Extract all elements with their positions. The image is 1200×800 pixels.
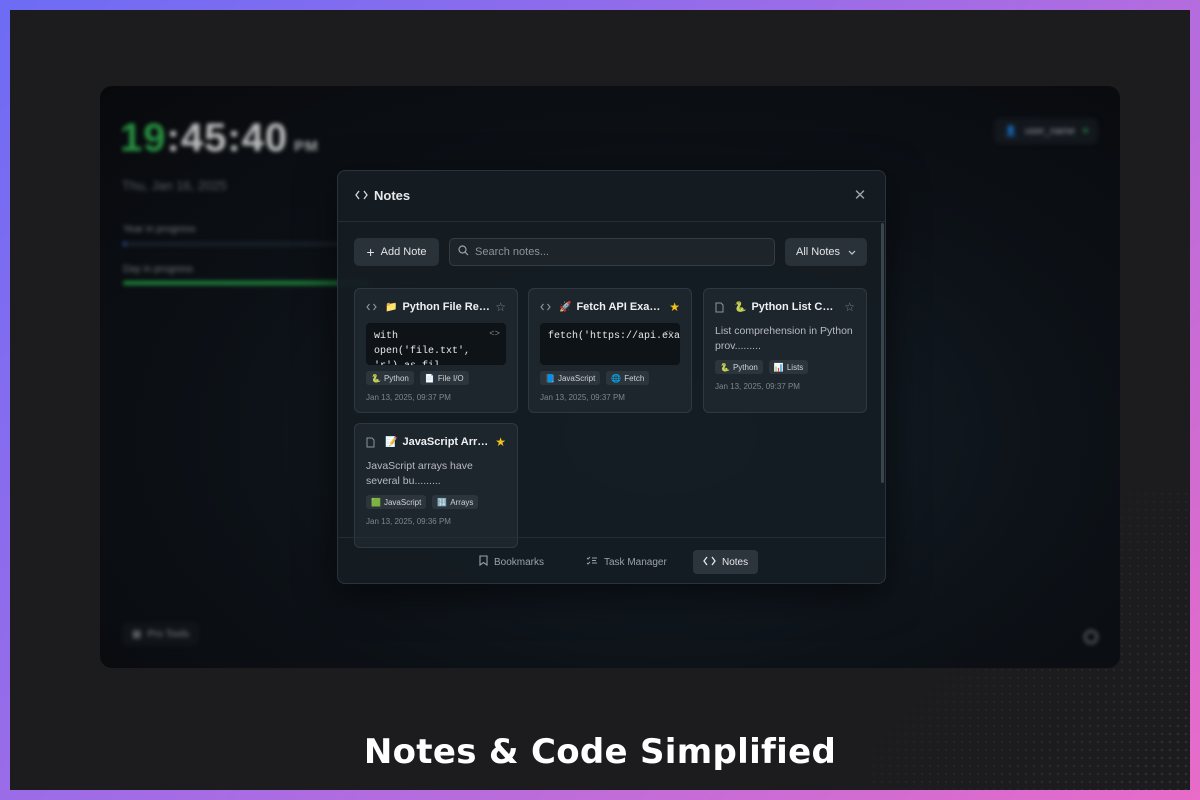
note-emoji-icon: 📝: [385, 436, 398, 448]
star-icon[interactable]: ★: [669, 300, 680, 314]
settings-icon[interactable]: [1084, 630, 1098, 644]
tag-icon: 🟩: [371, 497, 381, 507]
tag-list: 🟩 JavaScript 🔢 Arrays: [366, 495, 506, 509]
note-card[interactable]: 🐍 Python List Com... ☆ List comprehensio…: [703, 288, 867, 413]
tag-list: 🐍 Python 📄 File I/O: [366, 371, 506, 385]
checklist-icon: [586, 556, 598, 569]
card-header: 📁 Python File Read ☆: [366, 299, 506, 315]
user-chip[interactable]: 👤 user_name ▾: [994, 118, 1098, 144]
bottom-nav: Bookmarks Task Manager Notes: [338, 537, 885, 583]
tag[interactable]: 📘 JavaScript: [540, 371, 601, 385]
code-icon: [355, 188, 368, 203]
day-progress-label: Day in progress: [123, 264, 194, 275]
close-button[interactable]: ✕: [851, 187, 869, 205]
tag-icon: 📊: [773, 362, 784, 372]
code-snippet: <> with open('file.txt', 'r') as fil....…: [366, 323, 506, 365]
note-date: Jan 13, 2025, 09:36 PM: [366, 517, 451, 526]
tag-list: 🐍 Python 📊 Lists: [715, 360, 855, 374]
note-title: Python File Read: [402, 301, 491, 313]
note-emoji-icon: 📁: [385, 301, 398, 313]
note-preview: List comprehension in Python prov.......…: [715, 325, 853, 352]
star-icon[interactable]: ☆: [495, 300, 506, 314]
note-preview: JavaScript arrays have several bu.......…: [366, 460, 473, 487]
search-box: [449, 238, 775, 266]
note-card[interactable]: 📝 JavaScript Arra... ★ JavaScript arrays…: [354, 423, 518, 548]
card-header: 🚀 Fetch API Example ★: [540, 299, 680, 315]
code-icon: [703, 556, 716, 569]
search-icon: [458, 243, 469, 261]
bookmark-icon: [479, 555, 488, 569]
modal-header: Notes ✕: [338, 171, 885, 222]
code-icon: <>: [489, 329, 500, 339]
note-card[interactable]: 🚀 Fetch API Example ★ <> fetch('https://…: [528, 288, 692, 413]
tag[interactable]: 🟩 JavaScript: [366, 495, 427, 509]
tag-icon: 🔢: [437, 497, 448, 507]
code-icon: <>: [663, 329, 674, 339]
tag-icon: 🐍: [720, 362, 730, 372]
tag-icon: 📘: [545, 373, 555, 383]
card-header: 📝 JavaScript Arra... ★: [366, 434, 506, 450]
modal-title: Notes: [355, 188, 410, 203]
close-icon: ✕: [853, 187, 867, 204]
notes-filter-select[interactable]: All Notes: [785, 238, 867, 266]
nav-task-manager[interactable]: Task Manager: [576, 550, 677, 574]
nav-bookmarks[interactable]: Bookmarks: [469, 550, 554, 574]
tag[interactable]: 🐍 Python: [366, 371, 414, 385]
code-icon: [366, 303, 380, 311]
year-progress-label: Year in progress: [123, 224, 196, 235]
wifi-icon: ▾: [1082, 125, 1088, 137]
tag[interactable]: 📄 File I/O: [419, 371, 469, 385]
chevron-down-icon: [848, 246, 856, 258]
card-header: 🐍 Python List Com... ☆: [715, 299, 855, 315]
note-emoji-icon: 🚀: [559, 301, 572, 313]
grid-icon: ▦: [132, 628, 142, 640]
nav-notes[interactable]: Notes: [693, 550, 759, 574]
promo-caption: Notes & Code Simplified: [363, 732, 837, 772]
document-icon: [366, 437, 380, 448]
document-icon: [715, 302, 729, 313]
day-progress-fill: [123, 281, 369, 285]
clock: 19:45:40 PM: [120, 116, 319, 160]
star-icon[interactable]: ★: [495, 435, 506, 449]
notes-toolbar: + Add Note All Notes: [354, 238, 867, 266]
tag-icon: 🐍: [371, 373, 381, 383]
pro-tools-button[interactable]: ▦ Pro Tools: [122, 622, 199, 646]
tag[interactable]: 🐍 Python: [715, 360, 763, 374]
code-icon: [540, 303, 554, 311]
date-label: Thu, Jan 16, 2025: [122, 178, 227, 193]
tag[interactable]: 🔢 Arrays: [432, 495, 479, 509]
note-date: Jan 13, 2025, 09:37 PM: [540, 393, 625, 402]
tag-list: 📘 JavaScript 🌐 Fetch: [540, 371, 680, 385]
note-card[interactable]: 📁 Python File Read ☆ <> with open('file.…: [354, 288, 518, 413]
note-date: Jan 13, 2025, 09:37 PM: [715, 382, 800, 391]
notes-modal: Notes ✕ + Add Note All Notes 📁 Python Fi…: [337, 170, 886, 584]
plus-icon: +: [366, 244, 375, 260]
note-emoji-icon: 🐍: [734, 301, 747, 313]
tag[interactable]: 📊 Lists: [768, 360, 809, 374]
tag-icon: 🌐: [611, 373, 622, 383]
add-note-button[interactable]: + Add Note: [354, 238, 439, 266]
note-title: Fetch API Example: [576, 301, 664, 313]
note-title: Python List Com...: [751, 301, 840, 313]
user-icon: 👤: [1004, 125, 1017, 137]
note-title: JavaScript Arra...: [402, 436, 491, 448]
search-input[interactable]: [475, 246, 765, 258]
year-progress-fill: [123, 242, 126, 246]
tag[interactable]: 🌐 Fetch: [606, 371, 650, 385]
note-date: Jan 13, 2025, 09:37 PM: [366, 393, 451, 402]
star-icon[interactable]: ☆: [844, 300, 855, 314]
code-snippet: <> fetch('https://api.example.com/da....…: [540, 323, 680, 365]
scrollbar[interactable]: [881, 223, 884, 483]
tag-icon: 📄: [424, 373, 435, 383]
